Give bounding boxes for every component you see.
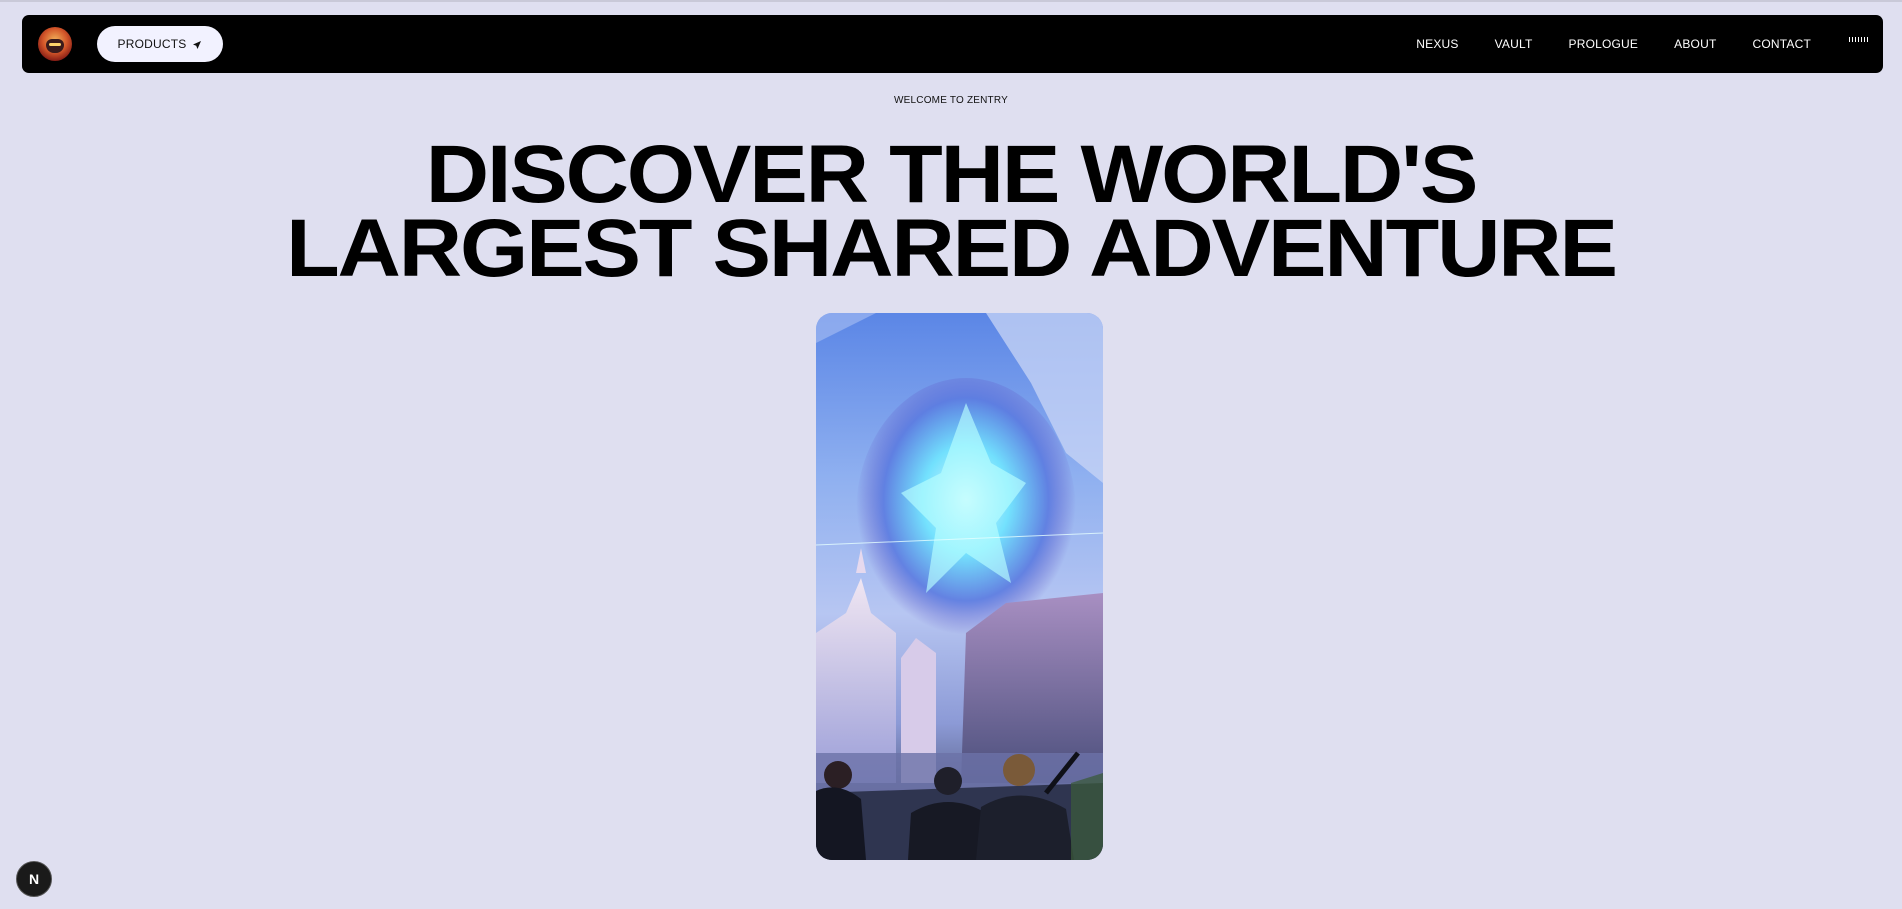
logo-icon[interactable] [38,27,72,61]
hero-video-thumbnail[interactable] [816,313,1103,860]
audio-bar [1855,37,1856,42]
audio-bars-icon[interactable] [1849,37,1871,49]
paper-plane-icon [192,39,202,49]
nav-item-about[interactable]: ABOUT [1674,37,1716,51]
nav-item-prologue[interactable]: PROLOGUE [1569,37,1639,51]
audio-bar [1864,37,1865,42]
nav-item-contact[interactable]: CONTACT [1752,37,1811,51]
audio-bar [1867,37,1868,42]
audio-bar [1849,37,1850,42]
products-label: PRODUCTS [117,37,187,51]
navbar: PRODUCTS NEXUS VAULT PROLOGUE ABOUT CONT… [22,15,1883,73]
nav-item-nexus[interactable]: NEXUS [1416,37,1458,51]
main-nav: NEXUS VAULT PROLOGUE ABOUT CONTACT [1416,15,1811,73]
mascot-face [46,39,64,53]
audio-bar [1858,37,1859,42]
audio-bar [1861,37,1862,42]
headline-line-2: LARGEST SHARED ADVENTURE [286,203,1618,294]
audio-bar [1852,37,1853,42]
welcome-eyebrow: WELCOME TO ZENTRY [894,95,1008,106]
hero-headline: DISCOVER THE WORLD'S LARGEST SHARED ADVE… [0,129,1902,294]
nav-item-vault[interactable]: VAULT [1495,37,1533,51]
mascot-eyes [49,43,61,46]
hero-artwork [816,313,1103,860]
headline-line-1: DISCOVER THE WORLD'S [425,129,1479,220]
products-button[interactable]: PRODUCTS [97,26,223,62]
top-divider [0,0,1902,2]
nextjs-dev-badge[interactable]: N [16,861,52,897]
